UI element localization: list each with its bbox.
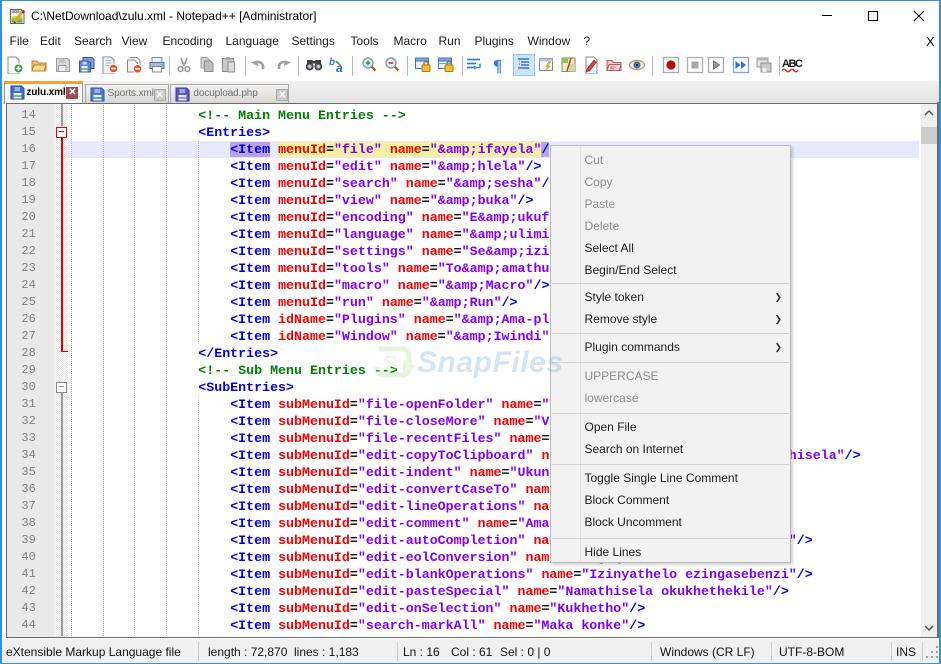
svg-text:ABC: ABC xyxy=(782,58,803,70)
svg-text:¶: ¶ xyxy=(493,56,502,74)
svg-text:b: b xyxy=(329,57,335,68)
